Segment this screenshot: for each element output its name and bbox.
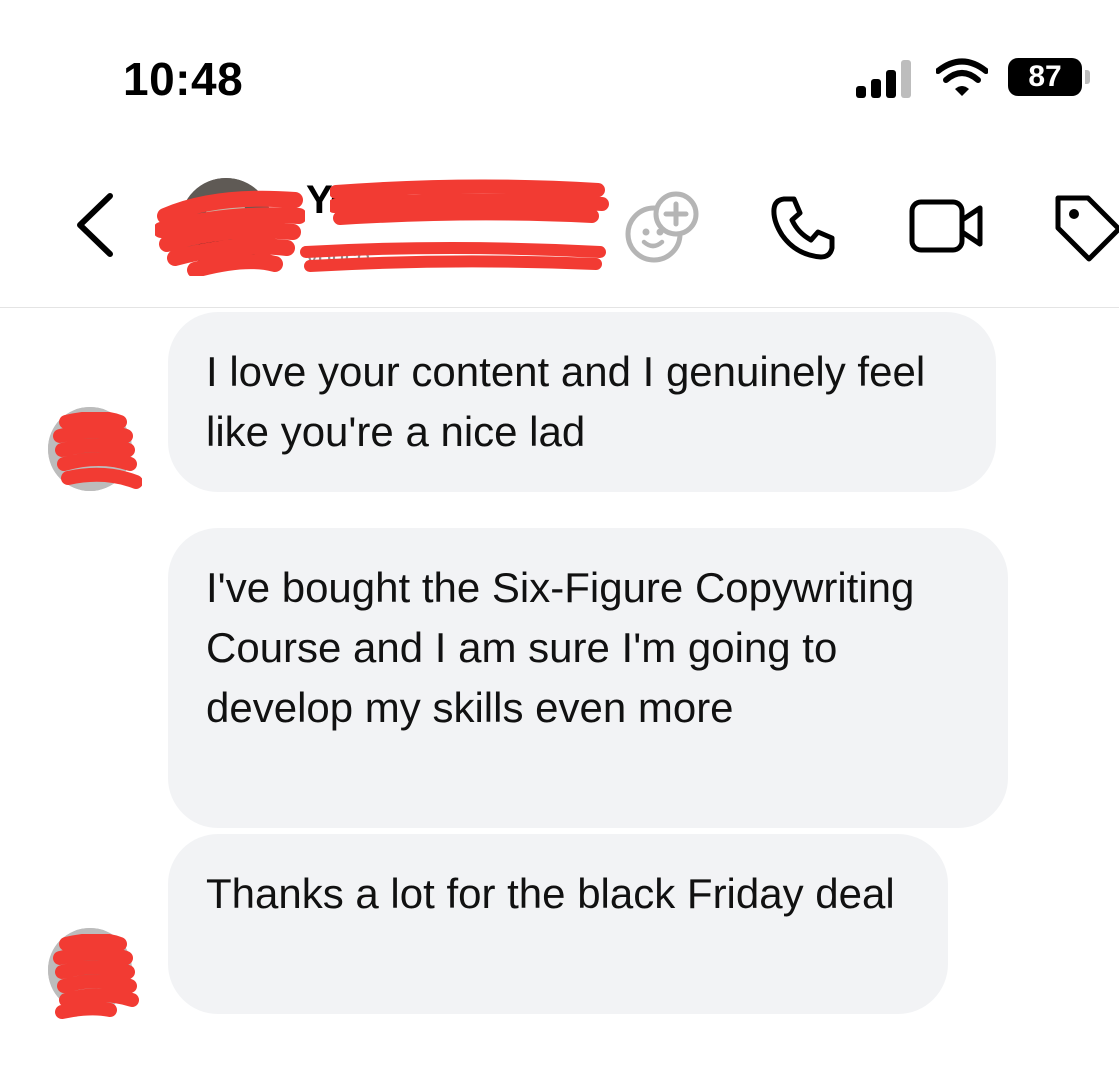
battery-level: 87 [1028, 60, 1062, 93]
status-time: 10:48 [123, 53, 244, 105]
tag-icon[interactable] [1052, 192, 1119, 262]
back-chevron-icon[interactable] [72, 192, 118, 258]
message-text: I love your content and I genuinely feel… [206, 348, 926, 455]
message-bubble[interactable]: Thanks a lot for the black Friday deal [168, 834, 948, 1014]
wifi-icon [936, 58, 988, 96]
header-divider [0, 307, 1119, 308]
add-sticker-icon[interactable] [624, 190, 702, 264]
signal-icon [856, 60, 911, 98]
redaction-scribble-subtitle [300, 242, 606, 272]
phone-icon[interactable] [768, 193, 838, 263]
redaction-scribble-name [330, 179, 609, 225]
battery-cap [1085, 70, 1090, 84]
video-call-icon[interactable] [908, 196, 986, 256]
message-bubble[interactable]: I've bought the Six-Figure Copywriting C… [168, 528, 1008, 828]
redaction-scribble-avatar [53, 412, 142, 489]
redaction-scribble-avatar [155, 190, 305, 276]
message-text: Thanks a lot for the black Friday deal [206, 870, 895, 917]
redaction-scribble-avatar [53, 934, 139, 1019]
message-text: I've bought the Six-Figure Copywriting C… [206, 564, 915, 731]
battery-indicator: 87 [1008, 58, 1082, 96]
message-bubble[interactable]: I love your content and I genuinely feel… [168, 312, 996, 492]
